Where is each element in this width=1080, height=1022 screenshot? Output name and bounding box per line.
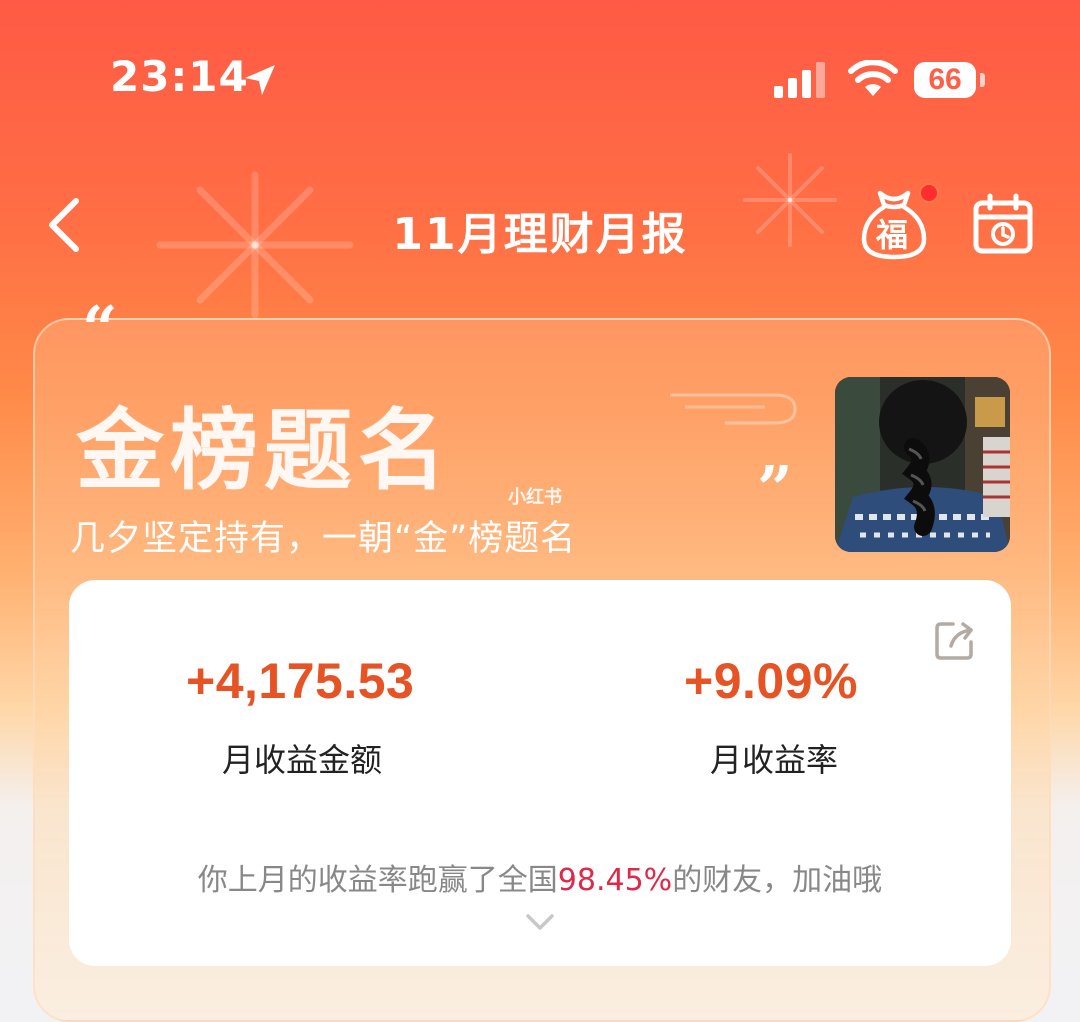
user-photo bbox=[835, 377, 1010, 552]
banner-subline: 几夕坚定持有，一朝“金”榜题名 bbox=[70, 519, 577, 559]
banner-headline: 金榜题名 bbox=[76, 399, 453, 502]
ranking-suffix: 的财友，加油哦 bbox=[672, 863, 883, 898]
share-icon[interactable] bbox=[933, 618, 977, 662]
fortune-bag-label: 福 bbox=[876, 216, 909, 254]
ranking-summary: 你上月的收益率跑赢了全国98.45%的财友，加油哦 bbox=[0, 855, 1080, 899]
ranking-percent: 98.45% bbox=[557, 863, 673, 898]
cellular-signal-icon bbox=[774, 62, 825, 98]
calendar-icon[interactable] bbox=[972, 193, 1034, 255]
wifi-icon bbox=[848, 60, 898, 96]
monthly-stats-card bbox=[69, 580, 1011, 966]
battery-indicator: 66 bbox=[914, 62, 976, 98]
cloud-decoration bbox=[670, 393, 797, 425]
watermark: 小红书 bbox=[508, 487, 562, 508]
quote-open-mark: “ bbox=[82, 292, 118, 365]
monthly-return-rate: +9.09% bbox=[684, 653, 858, 709]
quote-close-mark: ” bbox=[757, 452, 793, 525]
ranking-prefix: 你上月的收益率跑赢了全国 bbox=[197, 863, 558, 898]
monthly-profit-amount: +4,175.53 bbox=[186, 653, 415, 709]
status-time: 23:14 bbox=[110, 52, 249, 101]
monthly-profit-amount-label: 月收益金额 bbox=[222, 741, 383, 779]
notification-dot bbox=[919, 183, 939, 203]
chevron-down-icon[interactable] bbox=[524, 912, 556, 934]
battery-cap bbox=[980, 73, 985, 87]
monthly-return-rate-label: 月收益率 bbox=[710, 741, 839, 779]
location-arrow-icon bbox=[245, 65, 275, 95]
